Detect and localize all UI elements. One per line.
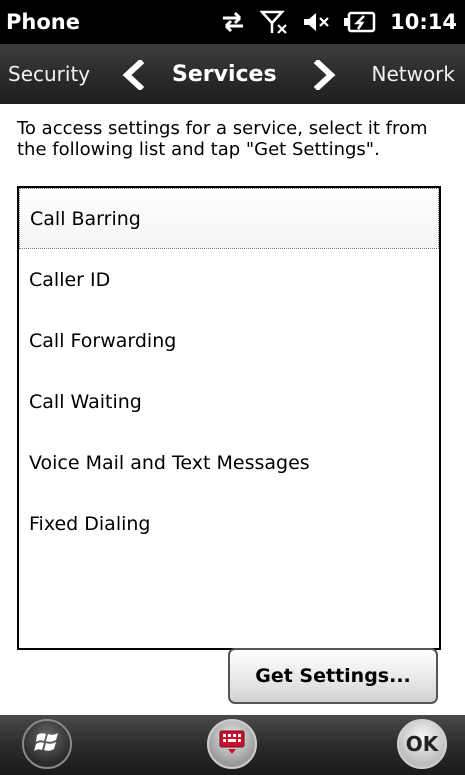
data-sync-icon — [220, 10, 246, 34]
services-list[interactable]: Call Barring Caller ID Call Forwarding C… — [17, 186, 441, 650]
list-item-voice-mail[interactable]: Voice Mail and Text Messages — [19, 432, 439, 493]
list-item-label: Call Barring — [30, 207, 141, 230]
tab-services[interactable]: Services — [172, 62, 277, 87]
status-bar: Phone 10:14 — [0, 0, 465, 44]
tab-navigation-bar: Security Services Network — [0, 44, 465, 104]
list-item-caller-id[interactable]: Caller ID — [19, 249, 439, 310]
list-item-call-forwarding[interactable]: Call Forwarding — [19, 310, 439, 371]
list-item-label: Caller ID — [29, 268, 111, 291]
list-item-label: Voice Mail and Text Messages — [29, 451, 310, 474]
windows-logo-icon — [34, 729, 60, 759]
volume-muted-icon — [302, 10, 330, 34]
keyboard-icon — [218, 729, 246, 759]
ok-label: OK — [405, 732, 439, 756]
get-settings-button[interactable]: Get Settings... — [228, 648, 438, 704]
list-item-label: Fixed Dialing — [29, 512, 151, 535]
ok-button[interactable]: OK — [397, 719, 447, 769]
chevron-right-icon[interactable] — [312, 58, 338, 94]
clock-time[interactable]: 10:14 — [390, 10, 457, 34]
start-button[interactable] — [22, 719, 72, 769]
instructions-text: To access settings for a service, select… — [17, 118, 428, 160]
list-item-call-barring[interactable]: Call Barring — [19, 188, 439, 249]
app-title: Phone — [6, 10, 80, 34]
chevron-left-icon[interactable] — [120, 58, 146, 94]
list-item-label: Call Forwarding — [29, 329, 177, 352]
status-icons: 10:14 — [220, 9, 457, 35]
no-signal-icon — [260, 9, 288, 35]
battery-charging-icon — [344, 11, 376, 33]
list-item-fixed-dialing[interactable]: Fixed Dialing — [19, 493, 439, 554]
bottom-bar: OK — [0, 715, 465, 775]
tab-security[interactable]: Security — [8, 62, 90, 86]
keyboard-button[interactable] — [207, 719, 257, 769]
list-item-call-waiting[interactable]: Call Waiting — [19, 371, 439, 432]
tab-network[interactable]: Network — [371, 62, 455, 86]
list-item-label: Call Waiting — [29, 390, 142, 413]
